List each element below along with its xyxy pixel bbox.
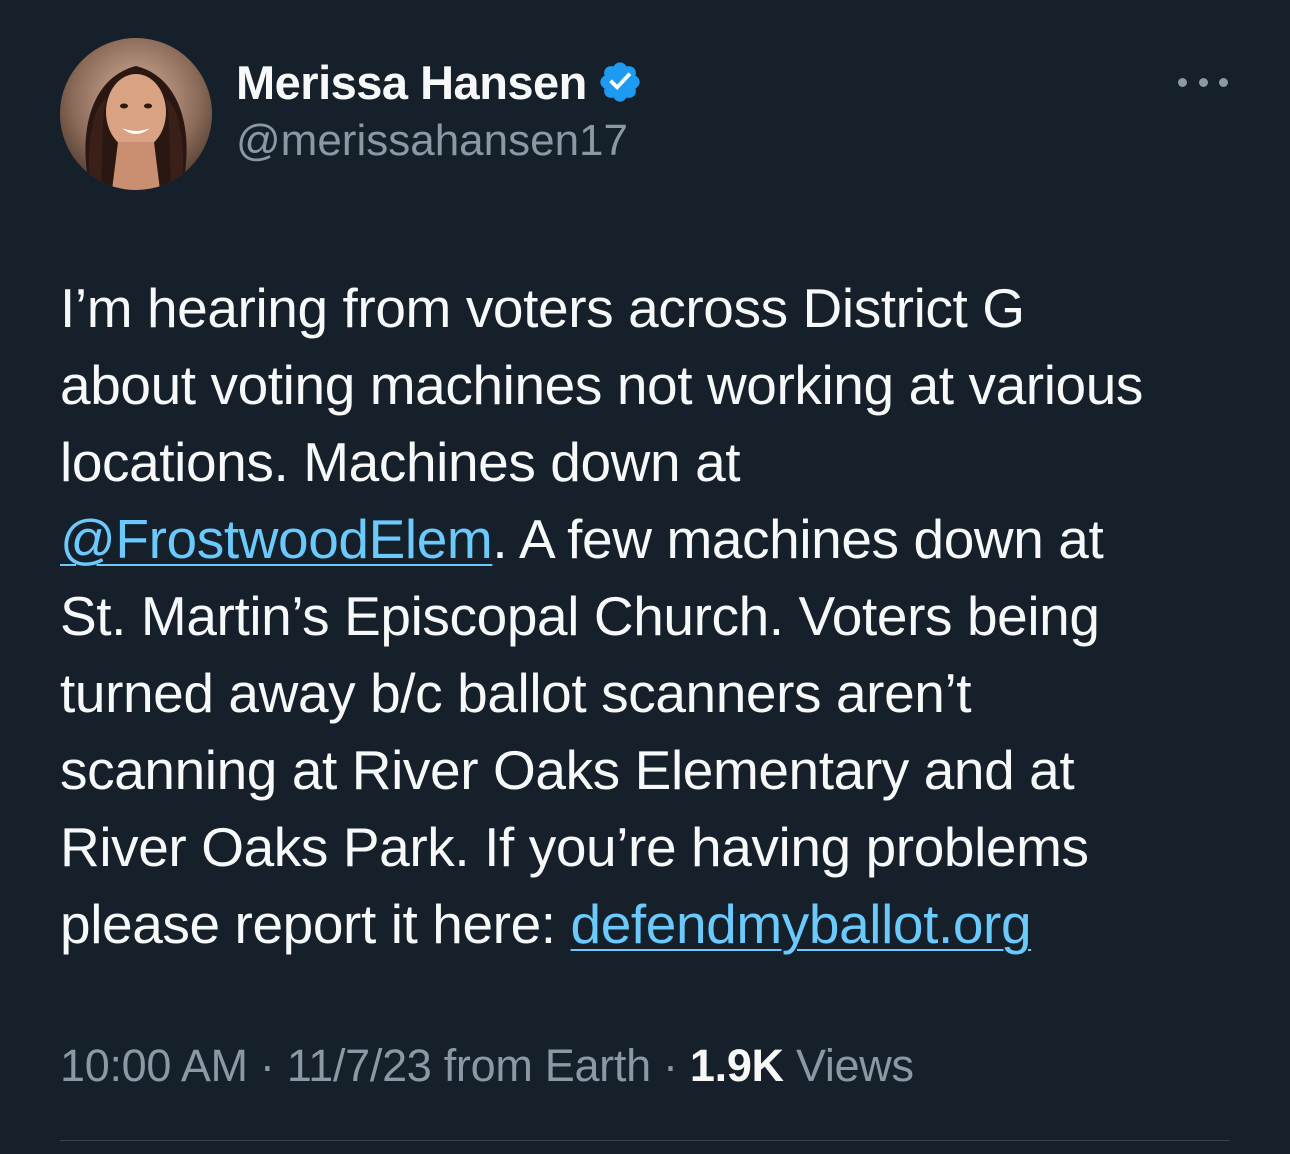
- tweet-text-segment: . A few machines down at: [492, 508, 1104, 570]
- tweet-source: from Earth: [431, 1040, 651, 1091]
- tweet-link[interactable]: @FrostwoodElem: [60, 508, 493, 570]
- tweet-text-line: locations. Machines down at: [60, 424, 1250, 501]
- meta-separator: ·: [247, 1040, 287, 1091]
- tweet-text-segment: I’m hearing from voters across District …: [60, 277, 1025, 339]
- tweet-text-line: I’m hearing from voters across District …: [60, 270, 1250, 347]
- tweet-text-segment: about voting machines not working at var…: [60, 354, 1144, 416]
- tweet-text-segment: please report it here:: [60, 893, 571, 955]
- tweet-time[interactable]: 10:00 AM: [60, 1040, 248, 1091]
- tweet-text-line: River Oaks Park. If you’re having proble…: [60, 809, 1250, 886]
- profile-photo: [60, 38, 212, 190]
- author-handle[interactable]: @merissahansen17: [236, 116, 628, 166]
- tweet-text-line: scanning at River Oaks Elementary and at: [60, 732, 1250, 809]
- tweet-text-line: about voting machines not working at var…: [60, 347, 1250, 424]
- more-options-button[interactable]: [1178, 64, 1228, 100]
- tweet-text-segment: locations. Machines down at: [60, 431, 741, 493]
- tweet-text: I’m hearing from voters across District …: [60, 270, 1250, 963]
- author-name-row[interactable]: Merissa Hansen: [236, 52, 643, 112]
- tweet-meta: 10:00 AM · 11/7/23 from Earth · 1.9K Vie…: [60, 1040, 914, 1092]
- tweet-text-segment: turned away b/c ballot scanners aren’t: [60, 662, 972, 724]
- tweet-text-line: please report it here: defendmyballot.or…: [60, 886, 1250, 963]
- views-label: Views: [783, 1040, 914, 1091]
- divider: [60, 1140, 1230, 1141]
- meta-separator: ·: [650, 1040, 690, 1091]
- tweet-text-segment: River Oaks Park. If you’re having proble…: [60, 816, 1089, 878]
- tweet-text-line: turned away b/c ballot scanners aren’t: [60, 655, 1250, 732]
- views-count[interactable]: 1.9K: [690, 1040, 784, 1091]
- author-display-name[interactable]: Merissa Hansen: [236, 55, 587, 110]
- avatar[interactable]: [60, 38, 212, 190]
- more-horizontal-icon: [1219, 77, 1228, 87]
- tweet-link[interactable]: defendmyballot.org: [571, 893, 1032, 955]
- more-horizontal-icon: [1198, 77, 1208, 87]
- more-horizontal-icon: [1178, 77, 1187, 87]
- tweet-text-segment: scanning at River Oaks Elementary and at: [60, 739, 1075, 801]
- tweet-text-segment: St. Martin’s Episcopal Church. Voters be…: [60, 585, 1100, 647]
- tweet-date[interactable]: 11/7/23: [287, 1040, 432, 1091]
- tweet-text-line: St. Martin’s Episcopal Church. Voters be…: [60, 578, 1250, 655]
- verified-badge-icon: [600, 62, 640, 102]
- tweet-card: Merissa Hansen @merissahansen17 I’m hear…: [0, 0, 1290, 1154]
- tweet-text-line: @FrostwoodElem. A few machines down at: [60, 501, 1250, 578]
